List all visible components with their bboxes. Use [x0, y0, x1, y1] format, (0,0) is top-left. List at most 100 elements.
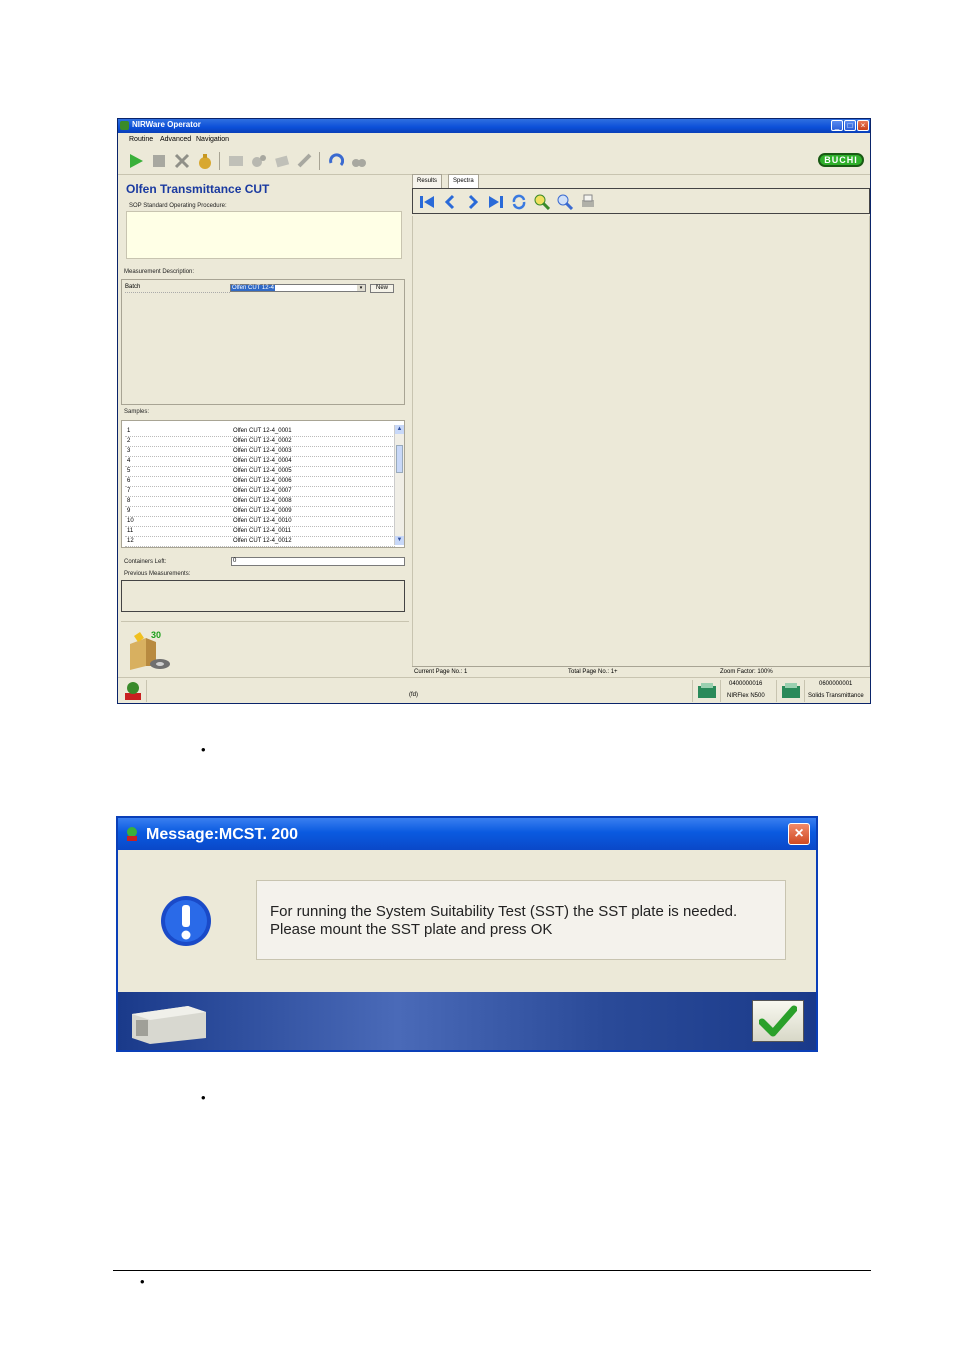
sample-number: 11: [127, 528, 134, 534]
tab-results[interactable]: Results: [412, 174, 443, 188]
next-page-icon[interactable]: [465, 194, 481, 210]
scroll-down-icon[interactable]: ▼: [395, 536, 404, 545]
device1-name: NIRFlex N500: [727, 693, 765, 699]
sop-text-area[interactable]: [126, 211, 402, 259]
sample-name: Olfen CUT 12-4_0008: [233, 498, 292, 504]
batch-value: Olfen CUT 12-4: [231, 285, 275, 291]
status-message-cell: (fd): [146, 680, 692, 702]
device1-cell: 0400000016 NIRFlex N500: [720, 680, 776, 702]
sample-name: Olfen CUT 12-4_0002: [233, 438, 292, 444]
money-bag-icon[interactable]: [197, 153, 213, 169]
app-window-title: NIRWare Operator: [132, 120, 201, 129]
buchi-logo: BUCHI: [818, 153, 864, 167]
page-status-bar: Current Page No.: 1 Total Page No.: 1+ Z…: [412, 666, 870, 677]
left-panel: Olfen Transmittance CUT SOP Standard Ope…: [121, 177, 409, 675]
cancel-icon[interactable]: [174, 153, 190, 169]
status-bar: (fd) 0400000016 NIRFlex N500 0600000001 …: [118, 677, 870, 704]
sample-name: Olfen CUT 12-4_0001: [233, 428, 292, 434]
navigation-bar: [412, 188, 870, 214]
sample-name: Olfen CUT 12-4_0005: [233, 468, 292, 474]
zoom-out-icon[interactable]: [557, 194, 573, 210]
procedure-title: Olfen Transmittance CUT: [126, 182, 270, 196]
instrument-image-icon: [132, 1006, 206, 1044]
menu-routine[interactable]: Routine: [129, 136, 153, 143]
stop-icon[interactable]: [151, 153, 167, 169]
sample-number: 12: [127, 538, 134, 544]
batch-label: Batch: [125, 284, 230, 293]
dialog-title: Message:MCST. 200: [146, 826, 299, 843]
message-text-box: For running the System Suitability Test …: [256, 880, 786, 960]
sample-counter-area: 30: [121, 621, 409, 676]
batch-combobox[interactable]: Olfen CUT 12-4 ▾: [230, 284, 366, 292]
samples-list: 1 Olfen CUT 12-4_0001 2 Olfen CUT 12-4_0002…: [121, 420, 405, 548]
sample-name: Olfen CUT 12-4_0003: [233, 448, 292, 454]
device2-icon-cell: [776, 680, 804, 702]
previous-page-icon[interactable]: [442, 194, 458, 210]
binoculars-icon[interactable]: [351, 153, 367, 169]
information-icon: [161, 896, 211, 946]
sample-name: Olfen CUT 12-4_0004: [233, 458, 292, 464]
gears-icon[interactable]: [251, 153, 267, 169]
status-center-text: (fd): [409, 692, 418, 698]
refresh-icon[interactable]: [511, 194, 527, 210]
sample-number: 9: [127, 508, 131, 514]
sample-name: Olfen CUT 12-4_0009: [233, 508, 292, 514]
new-batch-button[interactable]: New: [370, 284, 394, 293]
measurement-description-frame: Batch Olfen CUT 12-4 ▾ New: [121, 279, 405, 405]
dialog-close-button[interactable]: ×: [788, 823, 810, 845]
tab-spectra[interactable]: Spectra: [448, 174, 479, 188]
minimize-button[interactable]: _: [831, 120, 843, 131]
app-titlebar: NIRWare Operator _ □ ×: [118, 119, 870, 133]
bullet-1: •: [201, 742, 206, 757]
toolbar-separator: [219, 152, 220, 170]
documents-icon[interactable]: [274, 153, 290, 169]
sample-number: 8: [127, 498, 131, 504]
nir-icon: [125, 682, 141, 700]
sample-number: 3: [127, 448, 131, 454]
sample-name: Olfen CUT 12-4_0012: [233, 538, 292, 544]
play-icon[interactable]: [128, 153, 144, 169]
ok-button[interactable]: [752, 1000, 804, 1042]
toolbar-separator: [319, 152, 320, 170]
footer-rule: [113, 1270, 871, 1271]
containers-left-field: 0: [231, 557, 405, 566]
last-page-icon[interactable]: [488, 194, 504, 210]
samples-scrollbar[interactable]: ▲ ▼: [394, 425, 404, 545]
previous-measurements-label: Previous Measurements:: [124, 571, 191, 577]
measurement-description-label: Measurement Description:: [124, 269, 195, 275]
menu-bar: Routine Advanced Navigation: [118, 133, 870, 146]
dropdown-arrow-icon[interactable]: ▾: [357, 285, 365, 291]
container-box-icon: [130, 632, 170, 670]
sample-number: 7: [127, 488, 131, 494]
module-icon: [782, 683, 800, 698]
menu-navigation[interactable]: Navigation: [196, 136, 229, 143]
maximize-button[interactable]: □: [844, 120, 856, 131]
toolbar: BUCHI: [118, 146, 870, 175]
report-viewer[interactable]: [412, 216, 870, 666]
tools-icon[interactable]: [297, 153, 313, 169]
sample-counter: 30: [151, 630, 162, 640]
print-icon[interactable]: [580, 194, 596, 210]
report-icon[interactable]: [228, 153, 244, 169]
sample-name: Olfen CUT 12-4_0006: [233, 478, 292, 484]
first-page-icon[interactable]: [419, 194, 435, 210]
undo-icon[interactable]: [328, 153, 344, 169]
close-button[interactable]: ×: [857, 120, 869, 131]
sample-name: Olfen CUT 12-4_0011: [233, 528, 292, 534]
right-panel: Results Spectra Current Page No.: 1 Tota…: [412, 174, 870, 678]
samples-label: Samples:: [124, 409, 150, 415]
scroll-up-icon[interactable]: ▲: [395, 425, 404, 434]
scroll-thumb[interactable]: [396, 445, 403, 473]
containers-left-label: Containers Left:: [124, 559, 167, 565]
current-page-label: Current Page No.: 1: [414, 669, 468, 675]
sample-number: 5: [127, 468, 131, 474]
message-line-2: Please mount the SST plate and press OK: [270, 921, 553, 938]
device2-id: 0600000001: [819, 681, 853, 687]
sample-number: 1: [127, 428, 131, 434]
zoom-in-icon[interactable]: [534, 194, 550, 210]
menu-advanced[interactable]: Advanced: [160, 136, 191, 143]
device2-name: Solids Transmittance: [808, 693, 864, 699]
dialog-body: For running the System Suitability Test …: [118, 850, 816, 992]
sample-name: Olfen CUT 12-4_0010: [233, 518, 292, 524]
table-row[interactable]: 12 Olfen CUT 12-4_0012: [125, 536, 395, 547]
